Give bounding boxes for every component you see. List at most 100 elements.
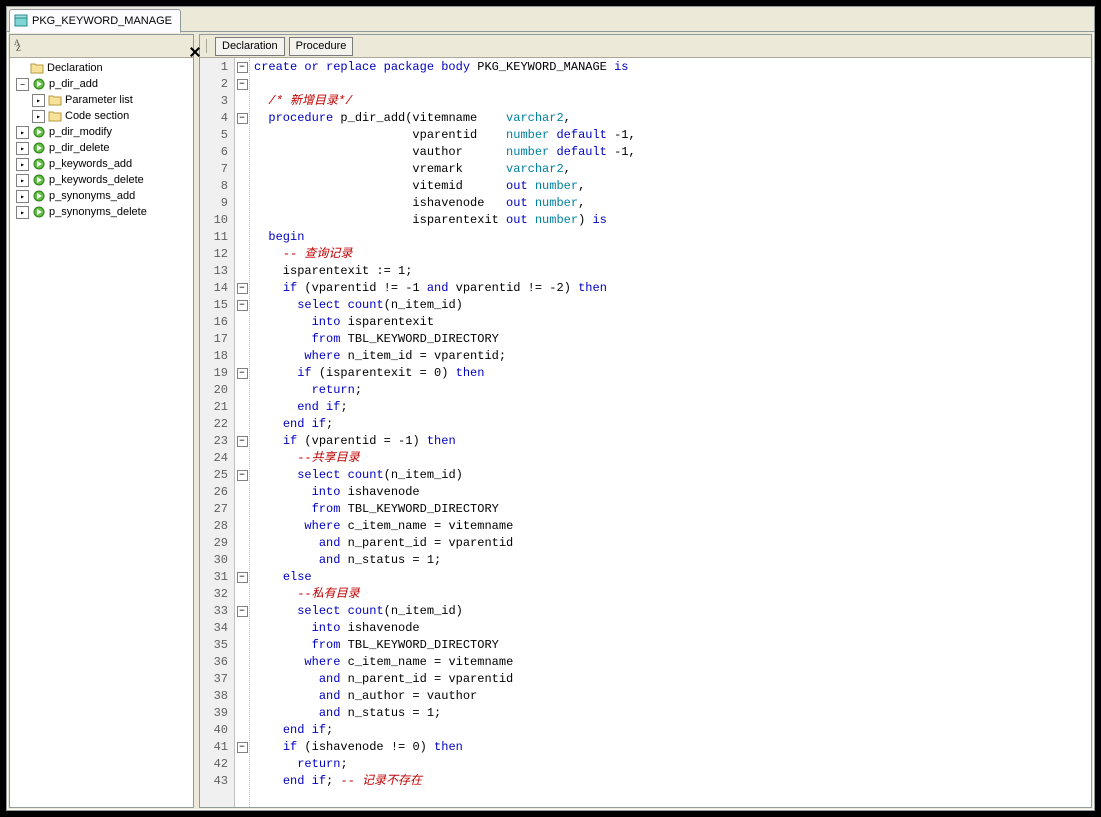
code-line[interactable]: end if; <box>254 416 1091 433</box>
code-line[interactable]: create or replace package body PKG_KEYWO… <box>254 59 1091 76</box>
fold-cell <box>235 399 249 416</box>
tab-bar: PKG_KEYWORD_MANAGE <box>7 7 1094 32</box>
code-line[interactable]: --私有目录 <box>254 586 1091 603</box>
tree-item[interactable]: ▸p_keywords_add <box>10 156 193 172</box>
fold-cell[interactable]: − <box>235 76 249 93</box>
code-line[interactable]: isparentexit := 1; <box>254 263 1091 280</box>
fold-toggle-icon[interactable]: − <box>237 368 248 379</box>
expand-toggle-icon[interactable]: ▸ <box>32 110 45 123</box>
code-line[interactable]: select count(n_item_id) <box>254 603 1091 620</box>
code-line[interactable]: and n_parent_id = vparentid <box>254 671 1091 688</box>
code-line[interactable]: into ishavenode <box>254 620 1091 637</box>
expand-toggle-icon[interactable]: ▸ <box>16 190 29 203</box>
code-line[interactable]: if (vparentid = -1) then <box>254 433 1091 450</box>
fold-cell <box>235 620 249 637</box>
tree-item[interactable]: −p_dir_add <box>10 76 193 92</box>
tree-item[interactable]: ▸p_dir_modify <box>10 124 193 140</box>
fold-cell[interactable]: − <box>235 110 249 127</box>
tree-item[interactable]: ▸p_keywords_delete <box>10 172 193 188</box>
fold-cell <box>235 518 249 535</box>
code-line[interactable]: /* 新增目录*/ <box>254 93 1091 110</box>
tree-item[interactable]: Declaration <box>10 60 193 76</box>
expand-toggle-icon[interactable]: ▸ <box>16 126 29 139</box>
code-line[interactable]: end if; <box>254 722 1091 739</box>
fold-cell[interactable]: − <box>235 433 249 450</box>
code-line[interactable]: end if; <box>254 399 1091 416</box>
code-area[interactable]: create or replace package body PKG_KEYWO… <box>250 58 1091 807</box>
code-line[interactable]: select count(n_item_id) <box>254 297 1091 314</box>
fold-toggle-icon[interactable]: − <box>237 79 248 90</box>
fold-gutter[interactable]: − − − − − − − − − − − <box>235 58 250 807</box>
code-line[interactable]: end if; -- 记录不存在 <box>254 773 1091 790</box>
tree-item[interactable]: ▸p_synonyms_delete <box>10 204 193 220</box>
fold-toggle-icon[interactable]: − <box>237 300 248 311</box>
code-line[interactable]: where c_item_name = vitemname <box>254 518 1091 535</box>
code-line[interactable]: and n_status = 1; <box>254 552 1091 569</box>
fold-cell[interactable]: − <box>235 59 249 76</box>
code-line[interactable]: select count(n_item_id) <box>254 467 1091 484</box>
tree-item[interactable]: ▸p_dir_delete <box>10 140 193 156</box>
fold-toggle-icon[interactable]: − <box>237 470 248 481</box>
object-tree[interactable]: Declaration−p_dir_add▸Parameter list▸Cod… <box>10 58 193 807</box>
code-line[interactable]: return; <box>254 756 1091 773</box>
fold-toggle-icon[interactable]: − <box>237 742 248 753</box>
code-line[interactable]: where c_item_name = vitemname <box>254 654 1091 671</box>
code-line[interactable]: if (isparentexit = 0) then <box>254 365 1091 382</box>
fold-cell[interactable]: − <box>235 365 249 382</box>
fold-toggle-icon[interactable]: − <box>237 283 248 294</box>
tree-item[interactable]: ▸Code section <box>10 108 193 124</box>
code-line[interactable]: return; <box>254 382 1091 399</box>
code-line[interactable]: where n_item_id = vparentid; <box>254 348 1091 365</box>
code-line[interactable]: vremark varchar2, <box>254 161 1091 178</box>
code-line[interactable]: vparentid number default -1, <box>254 127 1091 144</box>
code-line[interactable]: and n_status = 1; <box>254 705 1091 722</box>
sort-az-icon[interactable]: AZ <box>14 38 30 54</box>
fold-toggle-icon[interactable]: − <box>237 436 248 447</box>
code-line[interactable]: isparentexit out number) is <box>254 212 1091 229</box>
fold-cell[interactable]: − <box>235 467 249 484</box>
line-number: 28 <box>200 518 234 535</box>
tab-package[interactable]: PKG_KEYWORD_MANAGE <box>9 9 181 33</box>
fold-cell[interactable]: − <box>235 569 249 586</box>
code-line[interactable]: procedure p_dir_add(vitemname varchar2, <box>254 110 1091 127</box>
tree-item[interactable]: ▸p_synonyms_add <box>10 188 193 204</box>
procedure-icon <box>32 157 46 171</box>
code-line[interactable]: if (ishavenode != 0) then <box>254 739 1091 756</box>
code-line[interactable]: from TBL_KEYWORD_DIRECTORY <box>254 637 1091 654</box>
code-line[interactable]: vauthor number default -1, <box>254 144 1091 161</box>
code-line[interactable]: and n_author = vauthor <box>254 688 1091 705</box>
fold-toggle-icon[interactable]: − <box>237 572 248 583</box>
code-line[interactable]: ishavenode out number, <box>254 195 1091 212</box>
expand-toggle-icon[interactable]: − <box>16 78 29 91</box>
expand-toggle-icon[interactable]: ▸ <box>16 206 29 219</box>
code-line[interactable]: --共享目录 <box>254 450 1091 467</box>
fold-cell[interactable]: − <box>235 603 249 620</box>
tree-item[interactable]: ▸Parameter list <box>10 92 193 108</box>
code-line[interactable]: from TBL_KEYWORD_DIRECTORY <box>254 331 1091 348</box>
code-line[interactable]: if (vparentid != -1 and vparentid != -2)… <box>254 280 1091 297</box>
code-line[interactable]: from TBL_KEYWORD_DIRECTORY <box>254 501 1091 518</box>
code-line[interactable]: into isparentexit <box>254 314 1091 331</box>
declaration-button[interactable]: Declaration <box>215 37 285 56</box>
expand-toggle-icon[interactable]: ▸ <box>16 142 29 155</box>
fold-toggle-icon[interactable]: − <box>237 62 248 73</box>
code-line[interactable]: else <box>254 569 1091 586</box>
fold-toggle-icon[interactable]: − <box>237 606 248 617</box>
fold-cell[interactable]: − <box>235 297 249 314</box>
fold-toggle-icon[interactable]: − <box>237 113 248 124</box>
fold-cell[interactable]: − <box>235 280 249 297</box>
expand-toggle-icon[interactable]: ▸ <box>32 94 45 107</box>
expand-toggle-icon[interactable]: ▸ <box>16 158 29 171</box>
window: PKG_KEYWORD_MANAGE AZ Declaration−p_dir_… <box>6 6 1095 811</box>
code-line[interactable] <box>254 76 1091 93</box>
expand-toggle-icon[interactable]: ▸ <box>16 174 29 187</box>
code-line[interactable]: and n_parent_id = vparentid <box>254 535 1091 552</box>
code-editor[interactable]: 1234567891011121314151617181920212223242… <box>200 58 1091 807</box>
line-number: 2 <box>200 76 234 93</box>
fold-cell[interactable]: − <box>235 739 249 756</box>
procedure-button[interactable]: Procedure <box>289 37 354 56</box>
code-line[interactable]: into ishavenode <box>254 484 1091 501</box>
code-line[interactable]: -- 查询记录 <box>254 246 1091 263</box>
code-line[interactable]: begin <box>254 229 1091 246</box>
code-line[interactable]: vitemid out number, <box>254 178 1091 195</box>
